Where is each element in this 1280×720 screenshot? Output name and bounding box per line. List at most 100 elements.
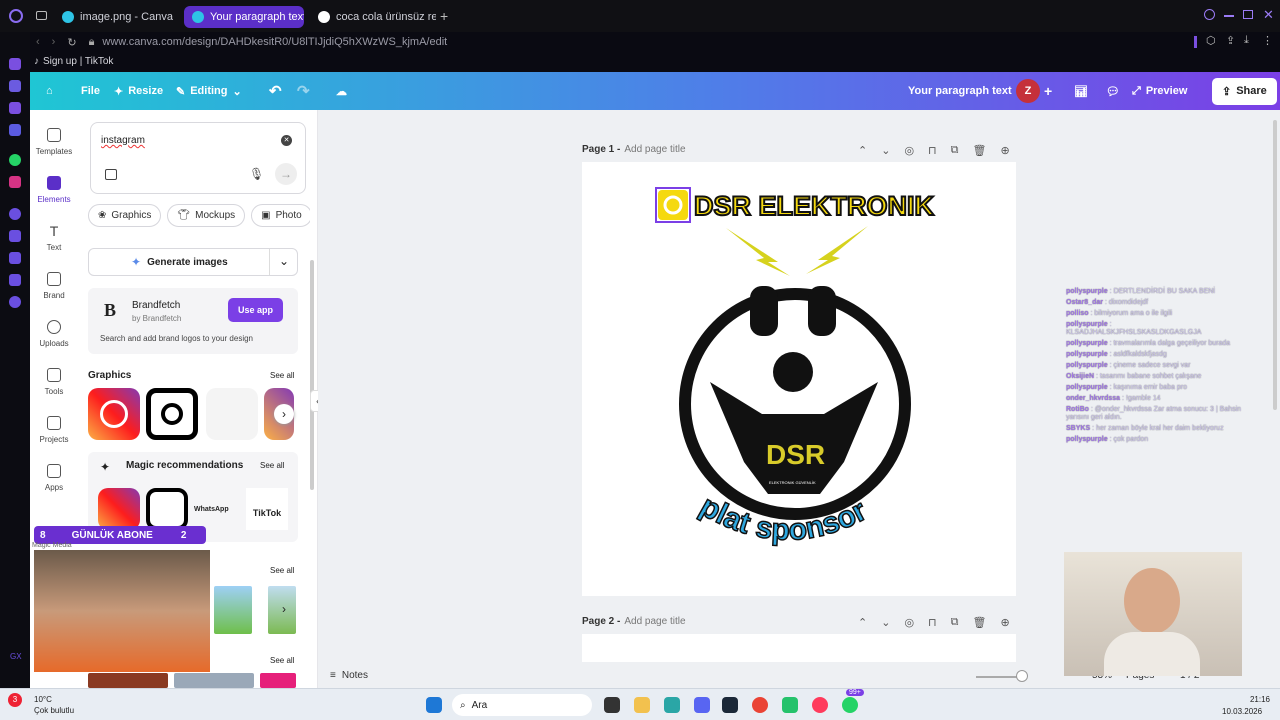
chevron-down-icon[interactable]: ⌄ xyxy=(881,616,890,629)
logo-mini-icon[interactable] xyxy=(658,190,688,220)
share-page-icon[interactable]: ⇪ xyxy=(1226,34,1235,47)
use-app-button[interactable]: Use app xyxy=(228,298,284,322)
reload-icon[interactable]: ↻ xyxy=(67,36,76,49)
clear-search-icon[interactable]: ✕ xyxy=(281,135,292,146)
notes-button[interactable]: ≡ Notes xyxy=(330,670,368,681)
chevron-up-icon[interactable]: ⌃ xyxy=(858,144,867,157)
rail-text[interactable]: T Text xyxy=(30,224,78,252)
opera-gx-icon[interactable] xyxy=(812,697,828,713)
preview-button[interactable]: ⤢ Preview xyxy=(1132,72,1187,110)
download-icon[interactable]: ⤓ xyxy=(1244,34,1249,47)
page-title-input[interactable]: Add page title xyxy=(624,144,685,155)
clock-time[interactable]: 21:16 xyxy=(1240,695,1270,704)
minimize-icon[interactable] xyxy=(1224,15,1234,17)
player-icon[interactable] xyxy=(9,208,21,220)
whatsapp-icon[interactable] xyxy=(9,154,21,166)
chip-photos[interactable]: ▣ Photo xyxy=(251,204,310,227)
page2-canvas[interactable] xyxy=(582,634,1016,662)
chrome-icon[interactable] xyxy=(752,697,768,713)
task-view-icon[interactable] xyxy=(604,697,620,713)
messenger-icon[interactable] xyxy=(9,124,21,136)
instagram-logo-thumb[interactable] xyxy=(88,388,140,440)
opera-logo-icon[interactable] xyxy=(9,9,23,23)
forward-icon[interactable]: › xyxy=(52,36,56,48)
instagram-icon[interactable] xyxy=(9,176,21,188)
avatar[interactable]: Z xyxy=(1016,72,1040,110)
rail-brand[interactable]: Brand xyxy=(30,272,78,300)
video-thumb-3[interactable] xyxy=(260,673,296,688)
lock-icon[interactable]: ⊓ xyxy=(928,144,937,157)
logo-title-text[interactable]: DSR ELEKTRONIK xyxy=(693,190,936,222)
history-icon[interactable] xyxy=(9,252,21,264)
steam-icon[interactable] xyxy=(722,697,738,713)
rail-uploads[interactable]: Uploads xyxy=(30,320,78,348)
instagram-black-thumb[interactable] xyxy=(146,388,198,440)
editing-mode-button[interactable]: ✎ Editing ⌄ xyxy=(176,72,242,110)
submit-arrow-icon[interactable]: → xyxy=(275,163,297,185)
chevron-right-icon[interactable]: › xyxy=(274,404,294,424)
whatsapp-taskbar-icon[interactable] xyxy=(842,697,858,713)
delete-icon[interactable]: 🗑︎ xyxy=(973,616,987,629)
home-icon[interactable]: ⌂ xyxy=(46,72,53,110)
search-tabs-icon[interactable] xyxy=(1204,9,1215,20)
video-thumb-2[interactable] xyxy=(174,673,254,688)
settings-gear-icon[interactable] xyxy=(9,296,21,308)
tab-your-paragraph[interactable]: Your paragraph text - 123× xyxy=(184,6,304,28)
rail-tools[interactable]: Tools xyxy=(30,368,78,396)
dsr-logo-design[interactable]: DSR ELEKTRONIK DSR ELEKTRONIK GÜVENLİK p… xyxy=(582,162,1016,596)
app-green-icon[interactable] xyxy=(782,697,798,713)
see-all-link[interactable]: See all xyxy=(270,371,294,380)
taskbar-search[interactable]: ⌕ Ara xyxy=(452,694,592,716)
tab-image-png[interactable]: image.png - Canva xyxy=(54,6,180,28)
search-input[interactable]: instagram xyxy=(101,135,145,146)
clock-date[interactable]: 10.03.2026 xyxy=(1222,707,1262,716)
gx-icon[interactable]: GX xyxy=(10,652,22,661)
zoom-slider-thumb[interactable] xyxy=(1016,670,1028,682)
see-all-link[interactable]: See all xyxy=(270,656,294,665)
rail-elements[interactable]: Elements xyxy=(30,176,78,204)
chevron-down-icon[interactable]: ⌄ xyxy=(881,144,890,157)
rail-projects[interactable]: Projects xyxy=(30,416,78,444)
maximize-icon[interactable] xyxy=(1243,10,1253,19)
close-window-icon[interactable]: ✕ xyxy=(1263,7,1274,23)
downloads-icon[interactable] xyxy=(9,274,21,286)
chevron-up-icon[interactable]: ⌃ xyxy=(858,616,867,629)
back-icon[interactable]: ‹ xyxy=(36,36,40,48)
page-title-input[interactable]: Add page title xyxy=(624,616,685,627)
weather-temp[interactable]: 10°C xyxy=(34,695,52,704)
windows-start-icon[interactable] xyxy=(426,697,442,713)
duplicate-icon[interactable]: ⧉ xyxy=(951,616,959,629)
insights-icon[interactable]: 📊︎ xyxy=(1074,72,1088,110)
discord-icon[interactable] xyxy=(694,697,710,713)
bookmark-tiktok[interactable]: Sign up | TikTok xyxy=(43,56,113,67)
new-tab-icon[interactable]: + xyxy=(440,8,448,24)
chip-mockups[interactable]: 👕︎ Mockups xyxy=(167,204,246,227)
bookmarks-icon[interactable] xyxy=(9,230,21,242)
hide-icon[interactable]: ◎ xyxy=(904,144,914,157)
image-search-icon[interactable] xyxy=(105,169,117,180)
chevron-down-icon[interactable]: ⌄ xyxy=(279,254,289,268)
instagram-rec-black-thumb[interactable] xyxy=(146,488,188,530)
canvas-scrollbar[interactable] xyxy=(1273,120,1277,410)
pinboard-icon[interactable] xyxy=(9,102,21,114)
document-title[interactable]: Your paragraph text xyxy=(908,72,1012,110)
add-page-icon[interactable]: ⊕ xyxy=(1000,144,1009,157)
rail-templates[interactable]: Templates xyxy=(30,128,78,156)
file-explorer-icon[interactable] xyxy=(634,697,650,713)
extensions-icon[interactable]: ⬡ xyxy=(1206,34,1216,47)
chip-graphics[interactable]: ❀ Graphics xyxy=(88,204,162,227)
file-menu[interactable]: File xyxy=(81,72,100,110)
panel-scrollbar[interactable] xyxy=(310,260,314,490)
tiktok-logo-thumb[interactable]: TikTok xyxy=(246,488,288,530)
app-icon[interactable] xyxy=(664,697,680,713)
workspaces-icon[interactable] xyxy=(9,80,21,92)
share-button[interactable]: ⇪ Share xyxy=(1212,72,1277,110)
microphone-icon[interactable]: 🎙︎ xyxy=(249,167,264,183)
add-page-icon[interactable]: ⊕ xyxy=(1000,616,1009,629)
see-all-link[interactable]: See all xyxy=(270,566,294,575)
generate-images-button[interactable]: ✦ Generate images ⌄ xyxy=(88,248,298,276)
hide-icon[interactable]: ◎ xyxy=(904,616,914,629)
tab-coca-cola[interactable]: coca cola ürünsüz reklam xyxy=(310,6,436,28)
chevron-right-icon[interactable]: › xyxy=(282,602,286,616)
video-thumb[interactable] xyxy=(88,673,168,688)
